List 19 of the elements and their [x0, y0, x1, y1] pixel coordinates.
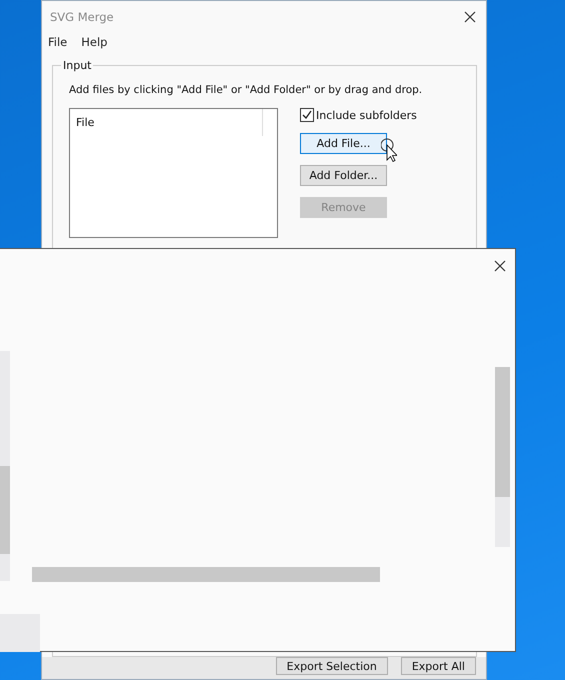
vertical-scrollbar[interactable]: [495, 367, 510, 547]
horizontal-scrollbar[interactable]: [32, 567, 380, 582]
column-header[interactable]: File: [70, 109, 263, 136]
action-button[interactable]: Add Folder...: [300, 165, 387, 186]
instructions-text: Add files by clicking "Add File" or "Add Folder" or by drag and drop.: [69, 84, 424, 96]
menu-item[interactable]: File: [48, 35, 68, 49]
checkmark-icon: [302, 110, 312, 120]
include-subfolders-checkbox[interactable]: Include subfolders: [300, 108, 417, 122]
export-button[interactable]: Export All: [400, 657, 476, 675]
close-icon[interactable]: [464, 11, 476, 23]
panel-background: [0, 614, 40, 652]
close-icon[interactable]: [494, 260, 506, 272]
group-label: Input: [62, 59, 92, 72]
window-title: SVG Merge: [50, 10, 114, 24]
menu-item[interactable]: Help: [81, 35, 108, 49]
file-list[interactable]: File: [69, 108, 278, 238]
vertical-scrollbar[interactable]: [0, 351, 10, 581]
pointer-cursor-icon: [381, 138, 397, 164]
export-button[interactable]: Export Selection: [276, 657, 388, 675]
